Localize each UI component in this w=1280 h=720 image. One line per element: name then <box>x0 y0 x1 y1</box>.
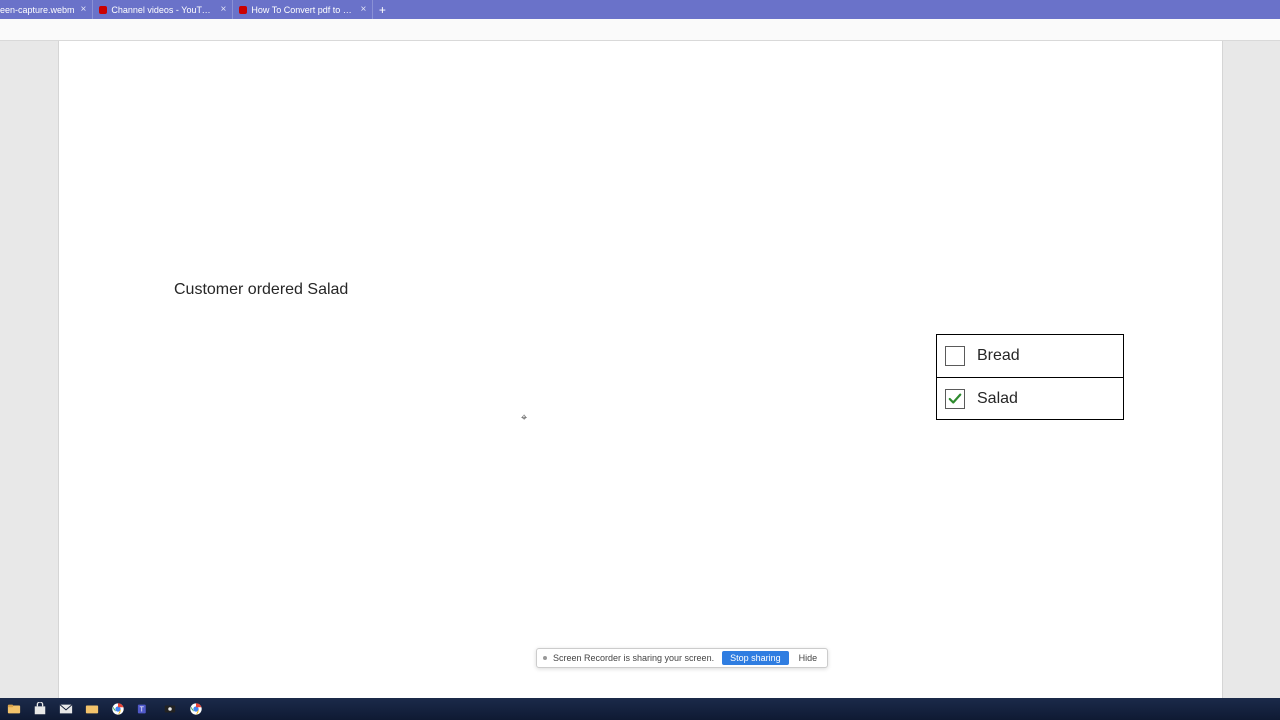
browser-tab-1[interactable]: Channel videos - YouTube Studio × <box>93 0 233 19</box>
browser-tab-2[interactable]: How To Convert pdf to word wit × <box>233 0 373 19</box>
windows-taskbar: T <box>0 698 1280 720</box>
choice-row-salad[interactable]: Salad <box>937 377 1123 419</box>
teams-icon[interactable]: T <box>134 700 154 718</box>
hide-button[interactable]: Hide <box>795 651 822 665</box>
screen-share-bar: Screen Recorder is sharing your screen. … <box>536 648 828 668</box>
status-dot-icon <box>543 656 547 660</box>
mail-icon[interactable] <box>56 700 76 718</box>
choice-label: Bread <box>977 347 1020 365</box>
tab-label: How To Convert pdf to word wit <box>251 5 354 15</box>
document-page: Customer ordered Salad Bread Salad <box>58 41 1223 698</box>
viewport: Customer ordered Salad Bread Salad ⌖ Scr… <box>0 41 1280 698</box>
new-tab-button[interactable]: + <box>373 1 391 19</box>
choice-label: Salad <box>977 390 1018 408</box>
close-icon[interactable]: × <box>221 5 227 15</box>
youtube-favicon-icon <box>239 6 247 14</box>
chrome-icon-2[interactable] <box>186 700 206 718</box>
recorder-icon[interactable] <box>160 700 180 718</box>
choice-panel: Bread Salad <box>936 334 1124 420</box>
tab-label: Channel videos - YouTube Studio <box>111 5 214 15</box>
browser-toolbar <box>0 19 1280 41</box>
stop-sharing-button[interactable]: Stop sharing <box>722 651 789 665</box>
body-text: Customer ordered Salad <box>174 281 348 299</box>
checkbox-salad[interactable] <box>945 389 965 409</box>
svg-text:T: T <box>140 707 145 714</box>
browser-tabstrip: een-capture.webm × Channel videos - YouT… <box>0 0 1280 19</box>
tab-label: een-capture.webm <box>0 5 75 15</box>
checkmark-icon <box>948 392 962 406</box>
file-explorer-icon[interactable] <box>4 700 24 718</box>
share-message: Screen Recorder is sharing your screen. <box>553 653 714 663</box>
browser-tab-0[interactable]: een-capture.webm × <box>0 0 93 19</box>
store-icon[interactable] <box>30 700 50 718</box>
close-icon[interactable]: × <box>361 5 367 15</box>
close-icon[interactable]: × <box>81 5 87 15</box>
choice-row-bread[interactable]: Bread <box>937 335 1123 377</box>
youtube-favicon-icon <box>99 6 107 14</box>
chrome-icon[interactable] <box>108 700 128 718</box>
folder-icon[interactable] <box>82 700 102 718</box>
checkbox-bread[interactable] <box>945 346 965 366</box>
